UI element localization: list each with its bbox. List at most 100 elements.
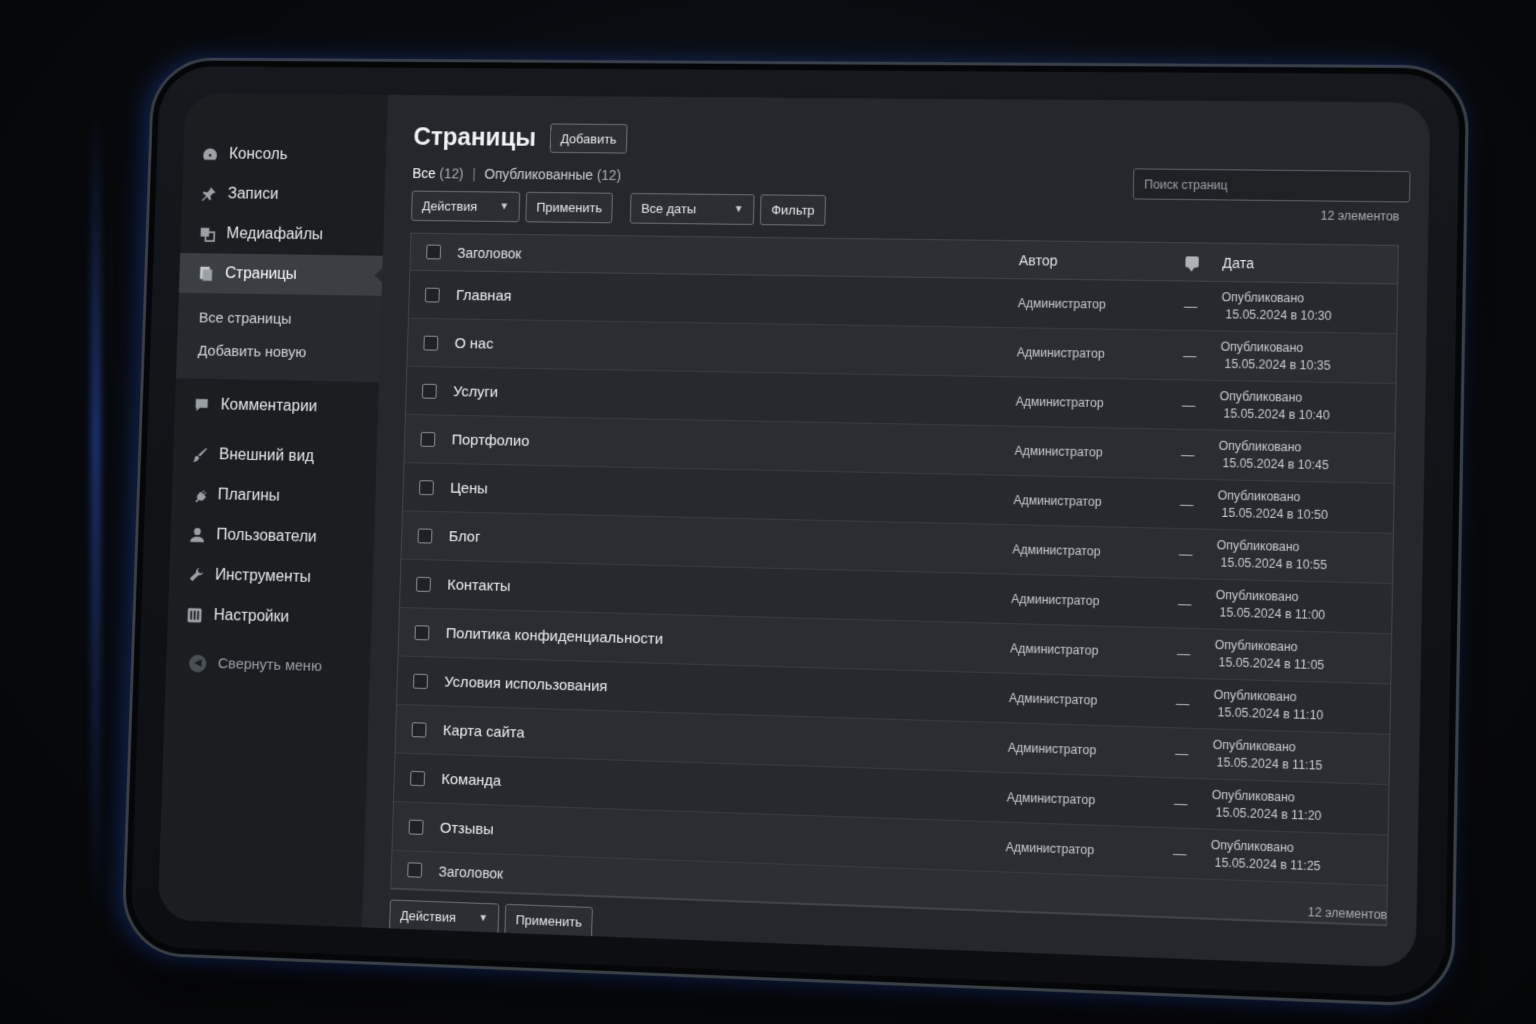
page-author[interactable]: Администратор — [1014, 444, 1157, 461]
page-author[interactable]: Администратор — [1006, 840, 1149, 859]
page-author[interactable]: Администратор — [1012, 542, 1155, 560]
page-date: Опубликовано 15.05.2024 в 11:10 — [1213, 687, 1390, 727]
page-title-link[interactable]: Карта сайта — [443, 722, 1008, 757]
sidebar-item-label: Внешний вид — [218, 445, 315, 465]
sidebar-item-tools[interactable]: Инструменты — [169, 554, 374, 599]
wrench-icon — [186, 565, 206, 585]
page-title-link[interactable]: Блог — [449, 528, 1013, 558]
page-author[interactable]: Администратор — [1010, 641, 1153, 659]
page-author[interactable]: Администратор — [1013, 493, 1156, 510]
sidebar-item-pages[interactable]: Страницы — [178, 253, 383, 296]
filter-published[interactable]: Опубликованные (12) — [484, 166, 621, 183]
row-checkbox[interactable] — [411, 721, 427, 738]
column-comments[interactable] — [1161, 256, 1223, 268]
select-all-checkbox[interactable] — [426, 244, 442, 260]
select-all-checkbox-footer[interactable] — [407, 862, 423, 878]
sidebar-item-label: Инструменты — [214, 566, 312, 586]
settings-icon — [185, 605, 205, 625]
submenu-all-pages[interactable]: Все страницы — [177, 301, 381, 337]
page-comments: — — [1178, 545, 1193, 562]
sidebar-item-label: Страницы — [224, 264, 298, 283]
page-comments: — — [1174, 745, 1189, 761]
row-checkbox[interactable] — [418, 479, 434, 495]
page-author[interactable]: Администратор — [1011, 592, 1154, 610]
page-title-link[interactable]: Контакты — [447, 576, 1011, 607]
sidebar-item-plugins[interactable]: Плагины — [171, 474, 376, 519]
page-author[interactable]: Администратор — [1016, 394, 1159, 411]
screen: Консоль Записи Медиафайлы Страницы Все с… — [157, 93, 1431, 968]
page-comments: — — [1172, 845, 1187, 862]
chevron-down-icon: ▼ — [478, 912, 489, 925]
sidebar-item-appearance[interactable]: Внешний вид — [173, 434, 377, 478]
row-checkbox[interactable] — [424, 287, 440, 303]
row-checkbox[interactable] — [417, 527, 433, 544]
column-title[interactable]: Заголовок — [457, 244, 1019, 267]
page-title-link[interactable]: Главная — [456, 287, 1018, 312]
page-title-link[interactable]: Отзывы — [440, 819, 1006, 856]
admin-sidebar: Консоль Записи Медиафайлы Страницы Все с… — [157, 93, 388, 928]
page-date: Опубликовано 15.05.2024 в 10:40 — [1219, 388, 1395, 426]
page-comments: — — [1183, 298, 1198, 314]
page-comments: — — [1180, 446, 1195, 462]
comment-icon — [192, 395, 212, 415]
apply-button[interactable]: Применить — [525, 191, 614, 224]
row-checkbox[interactable] — [423, 335, 439, 351]
row-checkbox[interactable] — [414, 624, 430, 640]
sidebar-item-users[interactable]: Пользователи — [170, 514, 375, 559]
add-page-button[interactable]: Добавить — [549, 123, 628, 154]
page-comments: — — [1182, 347, 1197, 363]
page-title: Страницы — [413, 122, 537, 152]
submenu-add-new[interactable]: Добавить новую — [176, 334, 380, 371]
sidebar-item-console[interactable]: Консоль — [183, 134, 387, 176]
page-author[interactable]: Администратор — [1008, 741, 1151, 760]
page-comments: — — [1179, 496, 1194, 512]
filter-button[interactable]: Фильтр — [759, 194, 826, 226]
filter-all[interactable]: Все (12) — [412, 165, 464, 181]
page-title-link[interactable]: Условия использования — [444, 673, 1009, 706]
page-datetime: 15.05.2024 в 10:35 — [1224, 356, 1331, 373]
page-author[interactable]: Администратор — [1007, 790, 1150, 809]
page-title-link[interactable]: Услуги — [453, 383, 1016, 410]
bulk-actions-select-bottom[interactable]: Действия ▼ — [389, 899, 500, 935]
row-checkbox[interactable] — [415, 576, 432, 592]
page-author[interactable]: Администратор — [1017, 345, 1160, 361]
row-checkbox[interactable] — [408, 819, 424, 835]
row-checkbox[interactable] — [410, 770, 426, 786]
column-date[interactable]: Дата — [1222, 254, 1398, 272]
page-date: Опубликовано 15.05.2024 в 11:05 — [1214, 637, 1391, 677]
collapse-menu-button[interactable]: ◀ Свернуть меню — [166, 642, 371, 688]
page-datetime: 15.05.2024 в 10:40 — [1223, 406, 1330, 423]
page-date: Опубликовано 15.05.2024 в 11:25 — [1210, 837, 1387, 878]
chevron-down-icon: ▼ — [499, 201, 510, 213]
page-title-link[interactable]: О нас — [454, 335, 1017, 361]
page-title-link[interactable]: Политика конфиденциальности — [446, 625, 1011, 657]
page-author[interactable]: Администратор — [1009, 691, 1152, 709]
page-title-link[interactable]: Портфолио — [451, 431, 1014, 459]
column-author: Автор — [1018, 251, 1058, 269]
items-count: 12 элементов — [1320, 208, 1400, 224]
page-date: Опубликовано 15.05.2024 в 11:00 — [1215, 587, 1392, 626]
search-input[interactable]: Поиск страниц — [1132, 168, 1411, 203]
sidebar-item-label: Комментарии — [220, 396, 318, 415]
page-title-link[interactable]: Цены — [450, 479, 1014, 508]
brush-icon — [190, 444, 210, 464]
apply-button-bottom[interactable]: Применить — [504, 903, 594, 939]
page-datetime: 15.05.2024 в 10:45 — [1222, 455, 1329, 473]
sidebar-item-label: Плагины — [217, 486, 281, 505]
date-filter-select[interactable]: Все даты ▼ — [629, 192, 755, 225]
main-content: Страницы Добавить Все (12) | Опубликован… — [362, 95, 1431, 968]
sidebar-item-settings[interactable]: Настройки — [167, 594, 372, 640]
sidebar-item-posts[interactable]: Записи — [182, 174, 386, 216]
row-checkbox[interactable] — [421, 383, 437, 399]
page-datetime: 15.05.2024 в 10:55 — [1220, 555, 1328, 573]
sidebar-item-media[interactable]: Медиафайлы — [180, 213, 384, 255]
sidebar-item-comments[interactable]: Комментарии — [174, 384, 378, 428]
row-checkbox[interactable] — [413, 673, 429, 689]
page-title-link[interactable]: Команда — [441, 770, 1007, 806]
row-checkbox[interactable] — [420, 431, 436, 447]
sidebar-item-label: Настройки — [213, 606, 290, 626]
bulk-actions-select[interactable]: Действия ▼ — [410, 190, 521, 223]
page-author[interactable]: Администратор — [1018, 296, 1160, 312]
page-date: Опубликовано 15.05.2024 в 10:30 — [1221, 289, 1397, 326]
table-body: Главная Администратор — Опубликовано 15.05.2… — [392, 270, 1398, 887]
